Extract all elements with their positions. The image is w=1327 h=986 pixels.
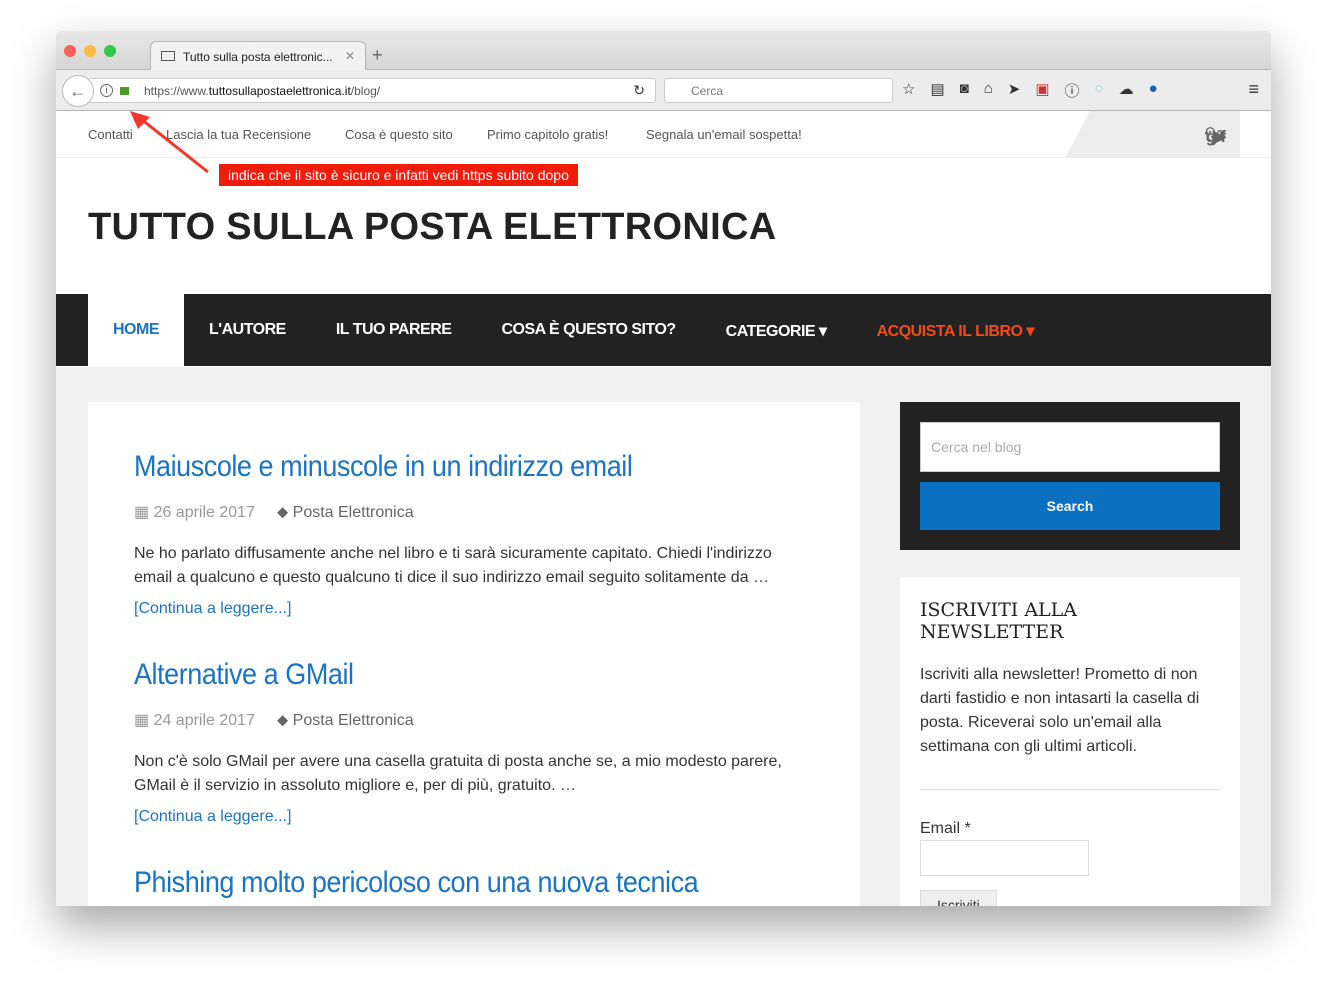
topnav-primo-capitolo[interactable]: Primo capitolo gratis! bbox=[487, 127, 608, 142]
newsletter-text: Iscriviti alla newsletter! Prometto di n… bbox=[920, 666, 1200, 755]
post-title[interactable]: Maiuscole e minuscole in un indirizzo em… bbox=[134, 450, 746, 484]
search-button[interactable]: Search bbox=[920, 482, 1220, 530]
newsletter-title: ISCRIVITI ALLA NEWSLETTER bbox=[920, 599, 1077, 643]
url-domain: tuttosullapostaelettronica.it bbox=[208, 84, 351, 98]
top-nav: Contatti Lascia la tua Recensione Cosa è… bbox=[56, 111, 1271, 158]
nav-cosa-e[interactable]: COSA È QUESTO SITO? bbox=[476, 294, 700, 366]
url-path: /blog/ bbox=[350, 84, 381, 98]
tab-bar: Tutto sulla posta elettronic... ✕ + bbox=[56, 31, 1271, 71]
post-date: 26 aprile 2017 bbox=[153, 504, 255, 521]
info-icon[interactable]: i bbox=[100, 84, 113, 97]
blog-search-input[interactable]: Cerca nel blog bbox=[920, 422, 1220, 472]
calendar-icon: ▦ bbox=[134, 712, 154, 729]
post-date: 24 aprile 2017 bbox=[153, 712, 255, 729]
sidebar-search: Cerca nel blog Search bbox=[900, 402, 1240, 550]
email-label: Email * bbox=[920, 820, 971, 837]
post-category[interactable]: Posta Elettronica bbox=[293, 712, 414, 729]
nav-home[interactable]: HOME bbox=[88, 294, 184, 366]
pdf-icon[interactable]: ▣ bbox=[1035, 80, 1049, 101]
browser-window: Tutto sulla posta elettronic... ✕ + i htt… bbox=[56, 31, 1271, 906]
nav-autore[interactable]: L'AUTORE bbox=[184, 294, 311, 366]
site-title[interactable]: TUTTO SULLA POSTA ELETTRONICA bbox=[88, 206, 776, 249]
pocket-icon[interactable]: ◙ bbox=[960, 80, 969, 101]
annotation-arrow bbox=[130, 111, 209, 174]
post-title[interactable]: Alternative a GMail bbox=[134, 658, 746, 692]
browser-tab[interactable]: Tutto sulla posta elettronic... ✕ bbox=[150, 41, 366, 71]
tag-icon: ⬥ bbox=[276, 712, 293, 729]
post-excerpt: Non c'è solo GMail per avere una casella… bbox=[134, 753, 782, 794]
read-more-link[interactable]: [Continua a leggere...] bbox=[134, 808, 814, 826]
tab-title: Tutto sulla posta elettronic... bbox=[183, 50, 333, 64]
send-icon[interactable]: ➤ bbox=[1008, 80, 1021, 101]
topnav-cosa-e[interactable]: Cosa è questo sito bbox=[345, 127, 453, 142]
url-prefix: https://www. bbox=[144, 84, 209, 98]
loading-ring-icon[interactable]: ○ bbox=[1095, 80, 1104, 101]
reading-list-icon[interactable]: ▤ bbox=[930, 80, 944, 101]
post-excerpt: Ne ho parlato diffusamente anche nel lib… bbox=[134, 545, 772, 586]
calendar-icon: ▦ bbox=[134, 504, 154, 521]
email-field[interactable] bbox=[920, 840, 1089, 876]
zoom-window-button[interactable] bbox=[104, 45, 116, 57]
lock-icon[interactable] bbox=[120, 87, 129, 95]
extension-icon[interactable]: ● bbox=[1149, 80, 1158, 101]
annotation-callout: indica che il sito è sicuro e infatti ve… bbox=[219, 164, 578, 186]
envelope-icon bbox=[161, 51, 175, 61]
home-icon[interactable]: ⌂ bbox=[984, 80, 993, 101]
main-nav: HOME L'AUTORE IL TUO PARERE COSA È QUEST… bbox=[56, 294, 1271, 366]
url-bar[interactable]: i https://www.tuttosullapostaelettronica… bbox=[90, 78, 656, 103]
toolbar: i https://www.tuttosullapostaelettronica… bbox=[56, 70, 1271, 111]
youtube-icon[interactable]: ▶ bbox=[1213, 127, 1226, 147]
hamburger-menu-icon[interactable]: ≡ bbox=[1248, 79, 1259, 100]
browser-search-input[interactable]: Cerca bbox=[664, 78, 893, 103]
read-more-link[interactable]: [Continua a leggere...] bbox=[134, 600, 814, 618]
new-tab-button[interactable]: + bbox=[372, 45, 383, 66]
tag-icon: ⬥ bbox=[276, 504, 293, 521]
bookmark-star-icon[interactable]: ☆ bbox=[902, 80, 915, 101]
blog-search-placeholder: Cerca nel blog bbox=[931, 439, 1022, 455]
reload-icon[interactable]: ↻ bbox=[633, 82, 645, 99]
post-title[interactable]: Phishing molto pericoloso con una nuova … bbox=[134, 866, 746, 900]
close-tab-icon[interactable]: ✕ bbox=[345, 49, 355, 63]
post: Maiuscole e minuscole in un indirizzo em… bbox=[134, 450, 814, 618]
posts-list: Maiuscole e minuscole in un indirizzo em… bbox=[88, 402, 860, 906]
minimize-window-button[interactable] bbox=[84, 45, 96, 57]
divider bbox=[920, 789, 1220, 790]
post: Alternative a GMail ▦ 24 aprile 2017 ⬥ Po… bbox=[134, 658, 814, 826]
nav-acquista[interactable]: ACQUISTA IL LIBRO ▾ bbox=[852, 294, 1059, 366]
post-category[interactable]: Posta Elettronica bbox=[293, 504, 414, 521]
nav-parere[interactable]: IL TUO PARERE bbox=[311, 294, 477, 366]
browser-search-placeholder: Cerca bbox=[691, 84, 724, 98]
cloud-icon[interactable]: ☁ bbox=[1119, 80, 1134, 101]
newsletter-widget: ISCRIVITI ALLA NEWSLETTER Iscriviti alla… bbox=[900, 577, 1240, 906]
subscribe-button[interactable]: Iscriviti bbox=[920, 890, 997, 906]
nav-categorie[interactable]: CATEGORIE ▾ bbox=[701, 294, 852, 366]
close-window-button[interactable] bbox=[64, 45, 76, 57]
password-manager-icon[interactable]: ⓘ bbox=[1065, 80, 1080, 101]
back-button[interactable]: ← bbox=[62, 75, 94, 107]
post: Phishing molto pericoloso con una nuova … bbox=[134, 866, 814, 900]
topnav-segnala[interactable]: Segnala un'email sospetta! bbox=[646, 127, 802, 142]
